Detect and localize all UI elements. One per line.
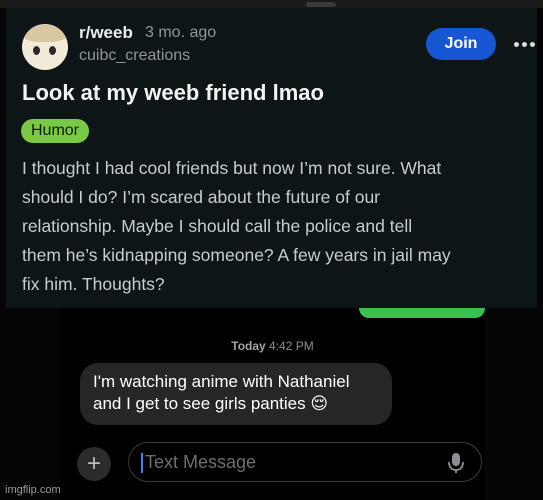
- post-author[interactable]: cuibc_creations: [79, 47, 190, 65]
- imessage-screenshot: Today 4:42 PM I'm watching anime with Na…: [60, 308, 485, 500]
- reddit-post-card: r/weeb 3 mo. ago cuibc_creations Join Lo…: [6, 8, 537, 308]
- flair-badge[interactable]: Humor: [21, 119, 90, 143]
- avatar-eye-left: [33, 46, 40, 55]
- post-body: I thought I had cool friends but now I’m…: [22, 158, 451, 294]
- text-message-placeholder: Text Message: [145, 452, 257, 472]
- post-title[interactable]: Look at my weeb friend lmao: [22, 80, 522, 106]
- subreddit-avatar[interactable]: [22, 24, 68, 70]
- top-strip-nub: [306, 2, 336, 7]
- received-message-bubble: I'm watching anime with Nathaniel and I …: [80, 363, 392, 425]
- add-attachment-button[interactable]: +: [77, 447, 111, 481]
- watermark: imgflip.com: [5, 484, 61, 496]
- timestamp-time: 4:42 PM: [269, 339, 314, 353]
- post-time: 3 mo. ago: [145, 24, 217, 41]
- join-button[interactable]: Join: [426, 28, 496, 60]
- microphone-icon[interactable]: [447, 452, 465, 474]
- top-strip: [0, 0, 543, 8]
- avatar-eye-right: [49, 46, 56, 55]
- sent-message-bubble: [359, 308, 485, 318]
- timestamp-day: Today: [231, 339, 266, 353]
- text-cursor: [141, 453, 143, 473]
- text-message-input[interactable]: Text Message: [128, 442, 482, 482]
- message-timestamp: Today 4:42 PM: [60, 339, 485, 353]
- avatar-hair: [22, 24, 68, 42]
- subreddit-name[interactable]: r/weeb: [79, 23, 133, 43]
- more-options-icon[interactable]: [514, 42, 536, 48]
